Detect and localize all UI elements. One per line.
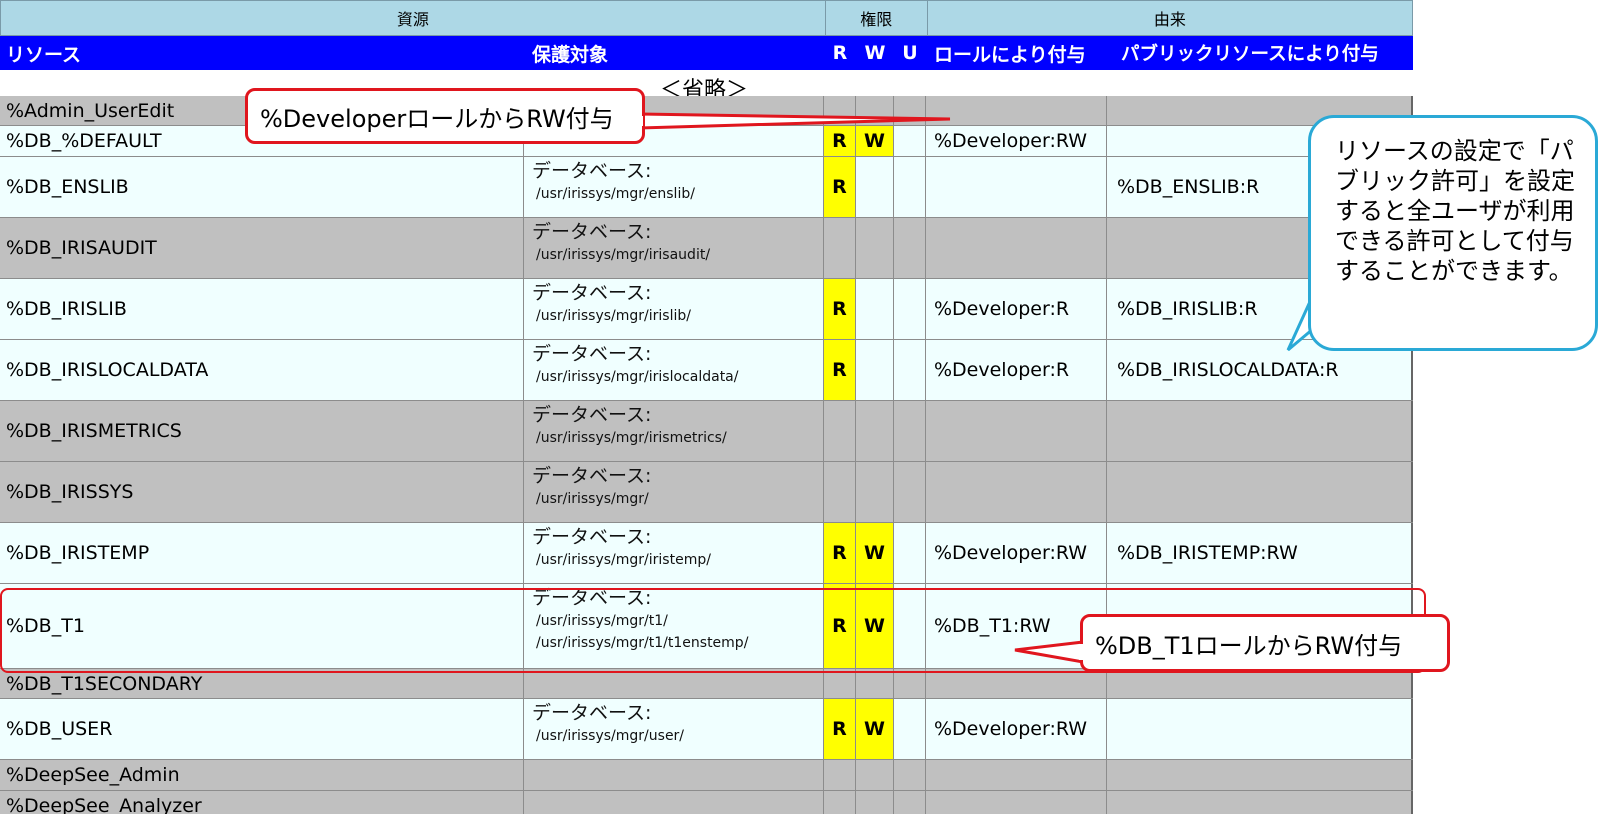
permission-table-screen: 資源 権限 由来 リソース 保護対象 R W U ロールにより付与 パブリックリ… [0, 0, 1600, 814]
public-permission-note: リソースの設定で「パブリック許可」を設定すると全ユーザが利用できる許可として付与… [1308, 115, 1598, 351]
db-t1-rw-callout: %DB_T1ロールからRW付与 [1080, 614, 1450, 672]
developer-callout-pointer [638, 112, 951, 130]
db-t1-callout-pointer [1014, 640, 1085, 664]
developer-rw-callout: %DeveloperロールからRW付与 [245, 88, 645, 144]
